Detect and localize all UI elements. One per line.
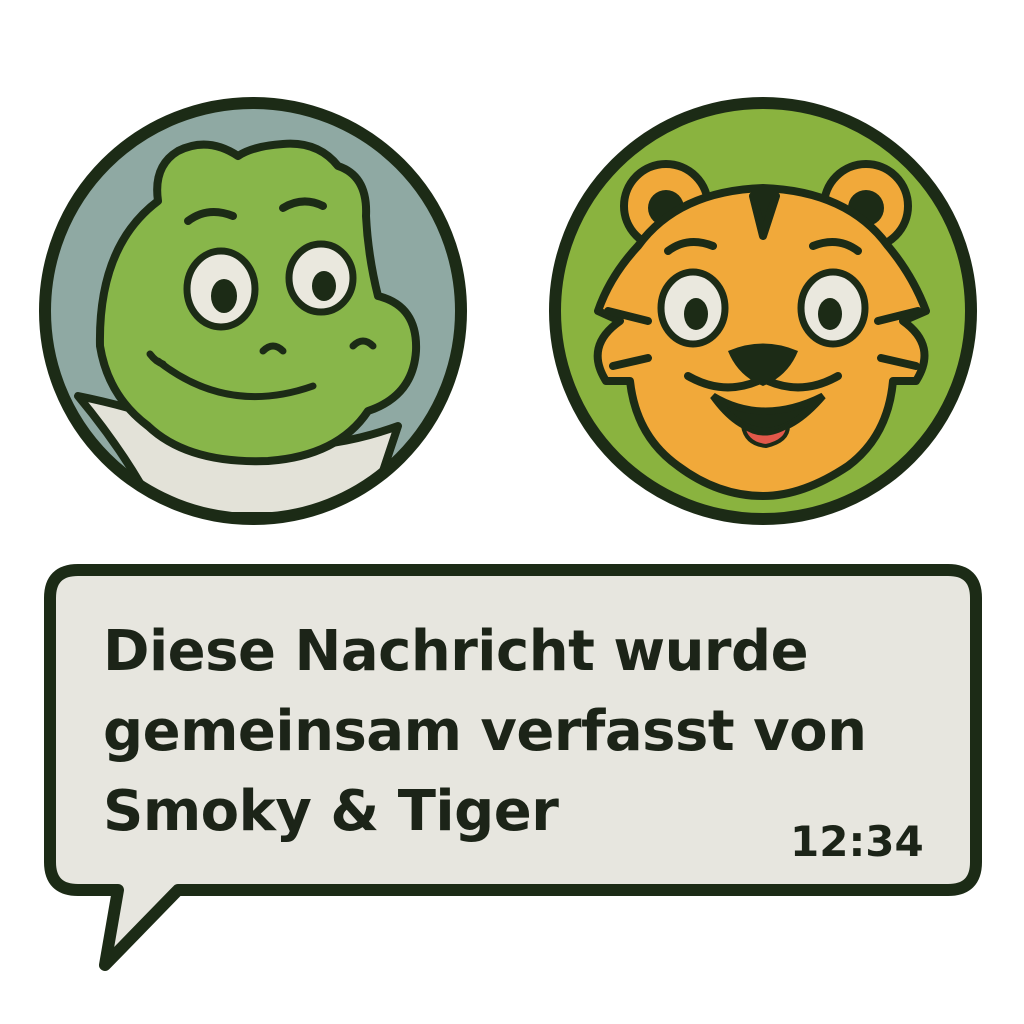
message-line: gemeinsam verfasst von bbox=[103, 699, 867, 764]
message-line: Diese Nachricht wurde bbox=[103, 619, 809, 684]
message-text: Diese Nachricht wurde gemeinsam verfasst… bbox=[103, 612, 903, 852]
chat-view: Diese Nachricht wurde gemeinsam verfasst… bbox=[0, 0, 1024, 1024]
message-line: Smoky & Tiger bbox=[103, 779, 559, 844]
message-timestamp: 12:34 bbox=[790, 817, 924, 866]
